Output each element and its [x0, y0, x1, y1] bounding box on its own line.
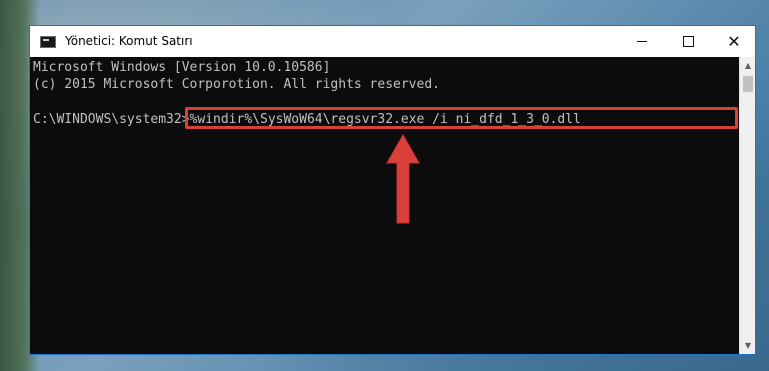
close-button[interactable]: ✕: [711, 26, 757, 57]
console-copyright-line: (c) 2015 Microsoft Corporotion. All righ…: [33, 77, 440, 92]
command-highlight-box: [185, 107, 738, 129]
scroll-up-icon[interactable]: ▲: [740, 57, 756, 74]
command-prompt-window: Yönetici: Komut Satırı ✕ Microsoft Windo…: [29, 25, 756, 355]
up-arrow-icon: [386, 133, 420, 224]
console-output-area[interactable]: Microsoft Windows [Version 10.0.10586] (…: [30, 57, 739, 354]
scroll-thumb[interactable]: [743, 76, 753, 92]
console-version-line: Microsoft Windows [Version 10.0.10586]: [33, 60, 331, 75]
close-icon: ✕: [727, 31, 741, 51]
maximize-button[interactable]: [665, 26, 711, 57]
minimize-icon: [637, 41, 647, 42]
minimize-button[interactable]: [619, 26, 665, 57]
maximize-icon: [682, 36, 694, 47]
vertical-scrollbar[interactable]: ▲ ▼: [739, 57, 755, 354]
console-prompt: C:\WINDOWS\system32>: [33, 112, 190, 127]
window-title: Yönetici: Komut Satırı: [65, 34, 193, 48]
scroll-down-icon[interactable]: ▼: [740, 337, 756, 354]
cmd-icon: [40, 36, 56, 48]
title-bar[interactable]: Yönetici: Komut Satırı ✕: [30, 26, 755, 57]
